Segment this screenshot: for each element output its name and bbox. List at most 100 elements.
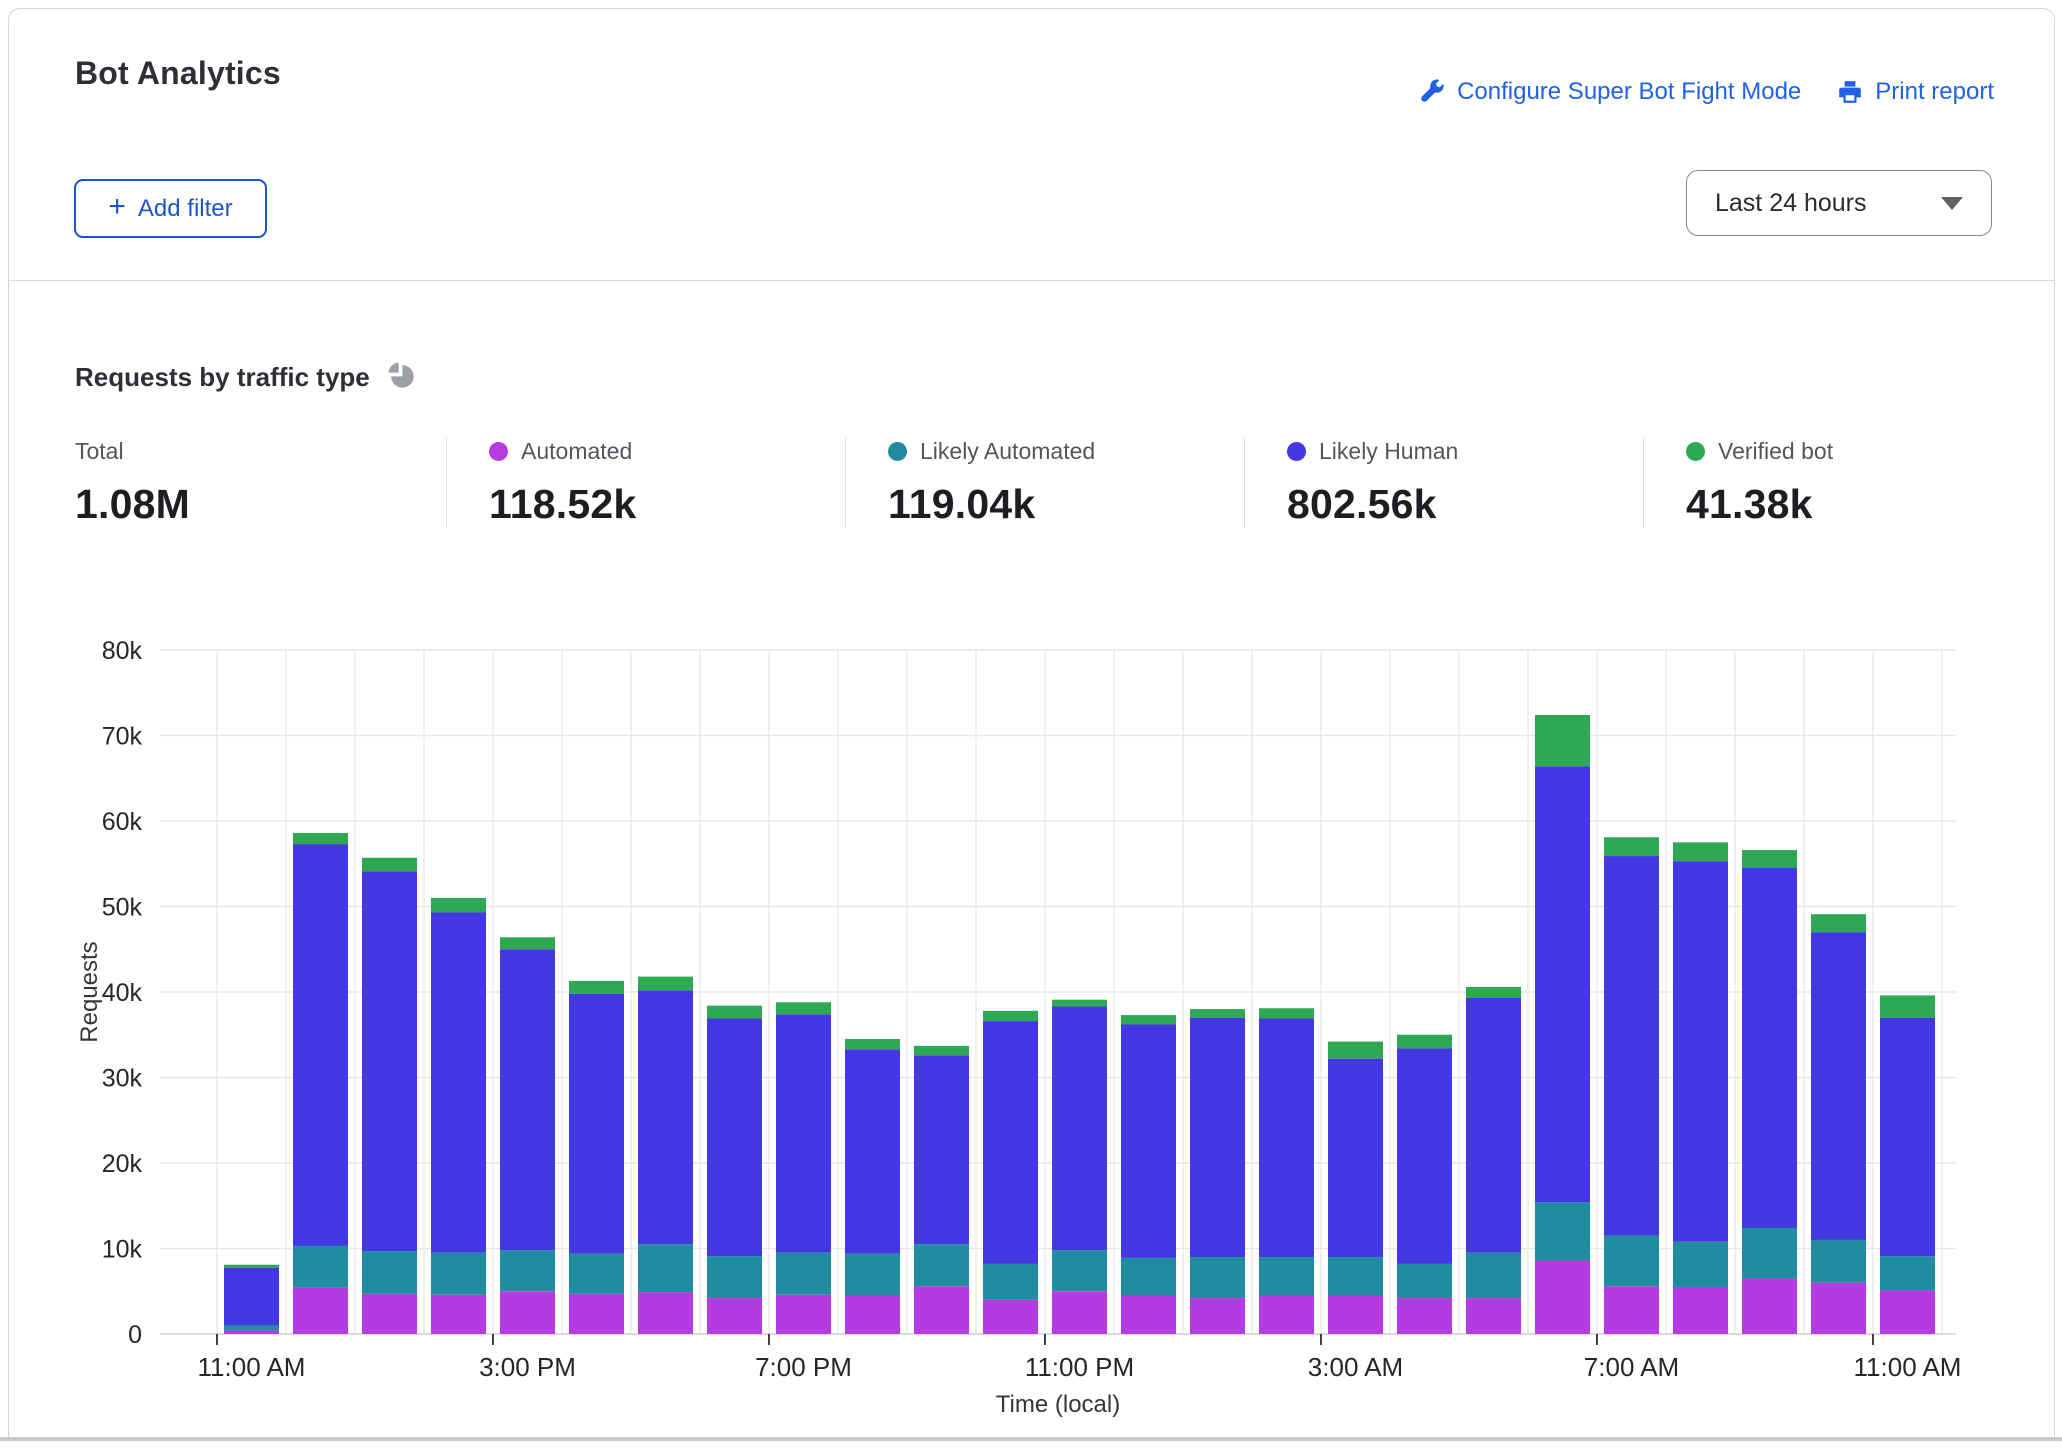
bar-segment-likely-automated[interactable] — [224, 1325, 279, 1330]
bar-segment-verified-bot[interactable] — [431, 898, 486, 913]
bar-segment-verified-bot[interactable] — [1328, 1042, 1383, 1059]
bar-segment-automated[interactable] — [1604, 1286, 1659, 1334]
bar-segment-verified-bot[interactable] — [845, 1039, 900, 1049]
add-filter-button[interactable]: + Add filter — [74, 179, 267, 238]
bar-segment-likely-human[interactable] — [1811, 932, 1866, 1240]
bar-segment-automated[interactable] — [569, 1294, 624, 1334]
bar-segment-likely-automated[interactable] — [293, 1246, 348, 1288]
bar-segment-likely-automated[interactable] — [638, 1244, 693, 1292]
bar-segment-likely-human[interactable] — [500, 949, 555, 1250]
bar-segment-likely-human[interactable] — [845, 1049, 900, 1253]
bar-segment-likely-automated[interactable] — [362, 1251, 417, 1294]
bar-segment-likely-human[interactable] — [914, 1055, 969, 1244]
bar-segment-likely-automated[interactable] — [1466, 1253, 1521, 1298]
bar-segment-verified-bot[interactable] — [1052, 1000, 1107, 1007]
bar-segment-likely-automated[interactable] — [707, 1256, 762, 1298]
bar-segment-likely-human[interactable] — [1466, 998, 1521, 1253]
bar-segment-likely-human[interactable] — [638, 990, 693, 1244]
bar-segment-verified-bot[interactable] — [1190, 1009, 1245, 1018]
bar-segment-automated[interactable] — [1811, 1283, 1866, 1334]
bar-segment-verified-bot[interactable] — [1466, 987, 1521, 998]
bar-segment-likely-automated[interactable] — [1673, 1242, 1728, 1287]
bar-segment-verified-bot[interactable] — [1535, 715, 1590, 766]
bar-segment-likely-automated[interactable] — [500, 1250, 555, 1291]
bar-segment-automated[interactable] — [224, 1331, 279, 1334]
bar-segment-verified-bot[interactable] — [224, 1265, 279, 1268]
bar-segment-verified-bot[interactable] — [638, 977, 693, 991]
bar-segment-likely-automated[interactable] — [1259, 1257, 1314, 1295]
bar-segment-likely-human[interactable] — [1397, 1048, 1452, 1263]
bar-segment-verified-bot[interactable] — [1259, 1008, 1314, 1018]
bar-segment-automated[interactable] — [362, 1294, 417, 1334]
bar-segment-likely-automated[interactable] — [431, 1253, 486, 1295]
bar-segment-automated[interactable] — [1397, 1298, 1452, 1334]
bar-segment-automated[interactable] — [1121, 1296, 1176, 1334]
bar-segment-likely-human[interactable] — [1121, 1024, 1176, 1257]
time-range-dropdown[interactable]: Last 24 hours — [1686, 170, 1992, 236]
bar-segment-verified-bot[interactable] — [707, 1006, 762, 1019]
bar-segment-likely-human[interactable] — [1052, 1007, 1107, 1251]
bar-segment-likely-human[interactable] — [707, 1019, 762, 1257]
bar-segment-verified-bot[interactable] — [983, 1011, 1038, 1021]
bar-segment-automated[interactable] — [638, 1292, 693, 1334]
bar-segment-verified-bot[interactable] — [1811, 914, 1866, 932]
bar-segment-likely-automated[interactable] — [1535, 1202, 1590, 1260]
bar-segment-likely-automated[interactable] — [1052, 1250, 1107, 1291]
bar-segment-likely-automated[interactable] — [1190, 1257, 1245, 1298]
bar-segment-likely-human[interactable] — [983, 1021, 1038, 1264]
bar-segment-verified-bot[interactable] — [569, 981, 624, 994]
bar-segment-likely-human[interactable] — [1880, 1018, 1935, 1257]
bar-segment-automated[interactable] — [1328, 1296, 1383, 1334]
bar-segment-likely-human[interactable] — [293, 844, 348, 1246]
bar-segment-automated[interactable] — [1742, 1278, 1797, 1334]
bar-segment-likely-automated[interactable] — [1811, 1240, 1866, 1283]
bar-segment-automated[interactable] — [914, 1286, 969, 1334]
bar-segment-verified-bot[interactable] — [1880, 995, 1935, 1017]
bar-segment-verified-bot[interactable] — [1742, 850, 1797, 868]
bar-segment-automated[interactable] — [1259, 1296, 1314, 1334]
bar-segment-likely-automated[interactable] — [1397, 1264, 1452, 1298]
bar-segment-verified-bot[interactable] — [914, 1046, 969, 1055]
stat-automated[interactable]: Automated 118.52k — [446, 437, 845, 528]
bar-segment-likely-human[interactable] — [1190, 1018, 1245, 1257]
bar-segment-likely-automated[interactable] — [1121, 1258, 1176, 1296]
bar-segment-automated[interactable] — [707, 1298, 762, 1334]
bar-segment-verified-bot[interactable] — [1397, 1035, 1452, 1049]
stat-verified-bot[interactable]: Verified bot 41.38k — [1643, 437, 2042, 528]
bar-segment-likely-human[interactable] — [1742, 868, 1797, 1228]
bar-segment-automated[interactable] — [1880, 1290, 1935, 1334]
bar-segment-likely-automated[interactable] — [1880, 1256, 1935, 1290]
bar-segment-likely-human[interactable] — [1673, 861, 1728, 1241]
bar-segment-verified-bot[interactable] — [1673, 842, 1728, 861]
bar-segment-automated[interactable] — [293, 1288, 348, 1334]
bar-segment-automated[interactable] — [1052, 1291, 1107, 1334]
bar-segment-likely-human[interactable] — [1328, 1059, 1383, 1257]
bar-segment-automated[interactable] — [431, 1295, 486, 1334]
bar-segment-automated[interactable] — [1673, 1287, 1728, 1334]
bar-segment-likely-human[interactable] — [1535, 766, 1590, 1202]
configure-super-bot-fight-mode-link[interactable]: Configure Super Bot Fight Mode — [1419, 78, 1801, 106]
print-report-link[interactable]: Print report — [1837, 78, 1994, 106]
stat-likely-human[interactable]: Likely Human 802.56k — [1244, 437, 1643, 528]
bar-segment-automated[interactable] — [1466, 1298, 1521, 1334]
bar-segment-likely-human[interactable] — [431, 912, 486, 1252]
bar-segment-likely-human[interactable] — [1259, 1019, 1314, 1258]
bar-segment-automated[interactable] — [500, 1291, 555, 1334]
bar-segment-verified-bot[interactable] — [776, 1002, 831, 1014]
bar-segment-likely-automated[interactable] — [569, 1254, 624, 1294]
bar-segment-likely-automated[interactable] — [914, 1244, 969, 1286]
bar-segment-likely-automated[interactable] — [845, 1254, 900, 1296]
bar-segment-likely-automated[interactable] — [983, 1264, 1038, 1300]
bar-segment-automated[interactable] — [776, 1295, 831, 1334]
stat-likely-automated[interactable]: Likely Automated 119.04k — [845, 437, 1244, 528]
bar-segment-likely-automated[interactable] — [1742, 1228, 1797, 1278]
bar-segment-verified-bot[interactable] — [293, 833, 348, 844]
bar-segment-likely-human[interactable] — [224, 1268, 279, 1326]
bar-segment-likely-human[interactable] — [1604, 856, 1659, 1236]
bar-segment-verified-bot[interactable] — [1604, 837, 1659, 856]
bar-segment-verified-bot[interactable] — [362, 858, 417, 872]
bar-segment-likely-human[interactable] — [569, 994, 624, 1254]
bar-segment-automated[interactable] — [983, 1300, 1038, 1334]
bar-segment-automated[interactable] — [1190, 1298, 1245, 1334]
bar-segment-likely-human[interactable] — [776, 1014, 831, 1253]
